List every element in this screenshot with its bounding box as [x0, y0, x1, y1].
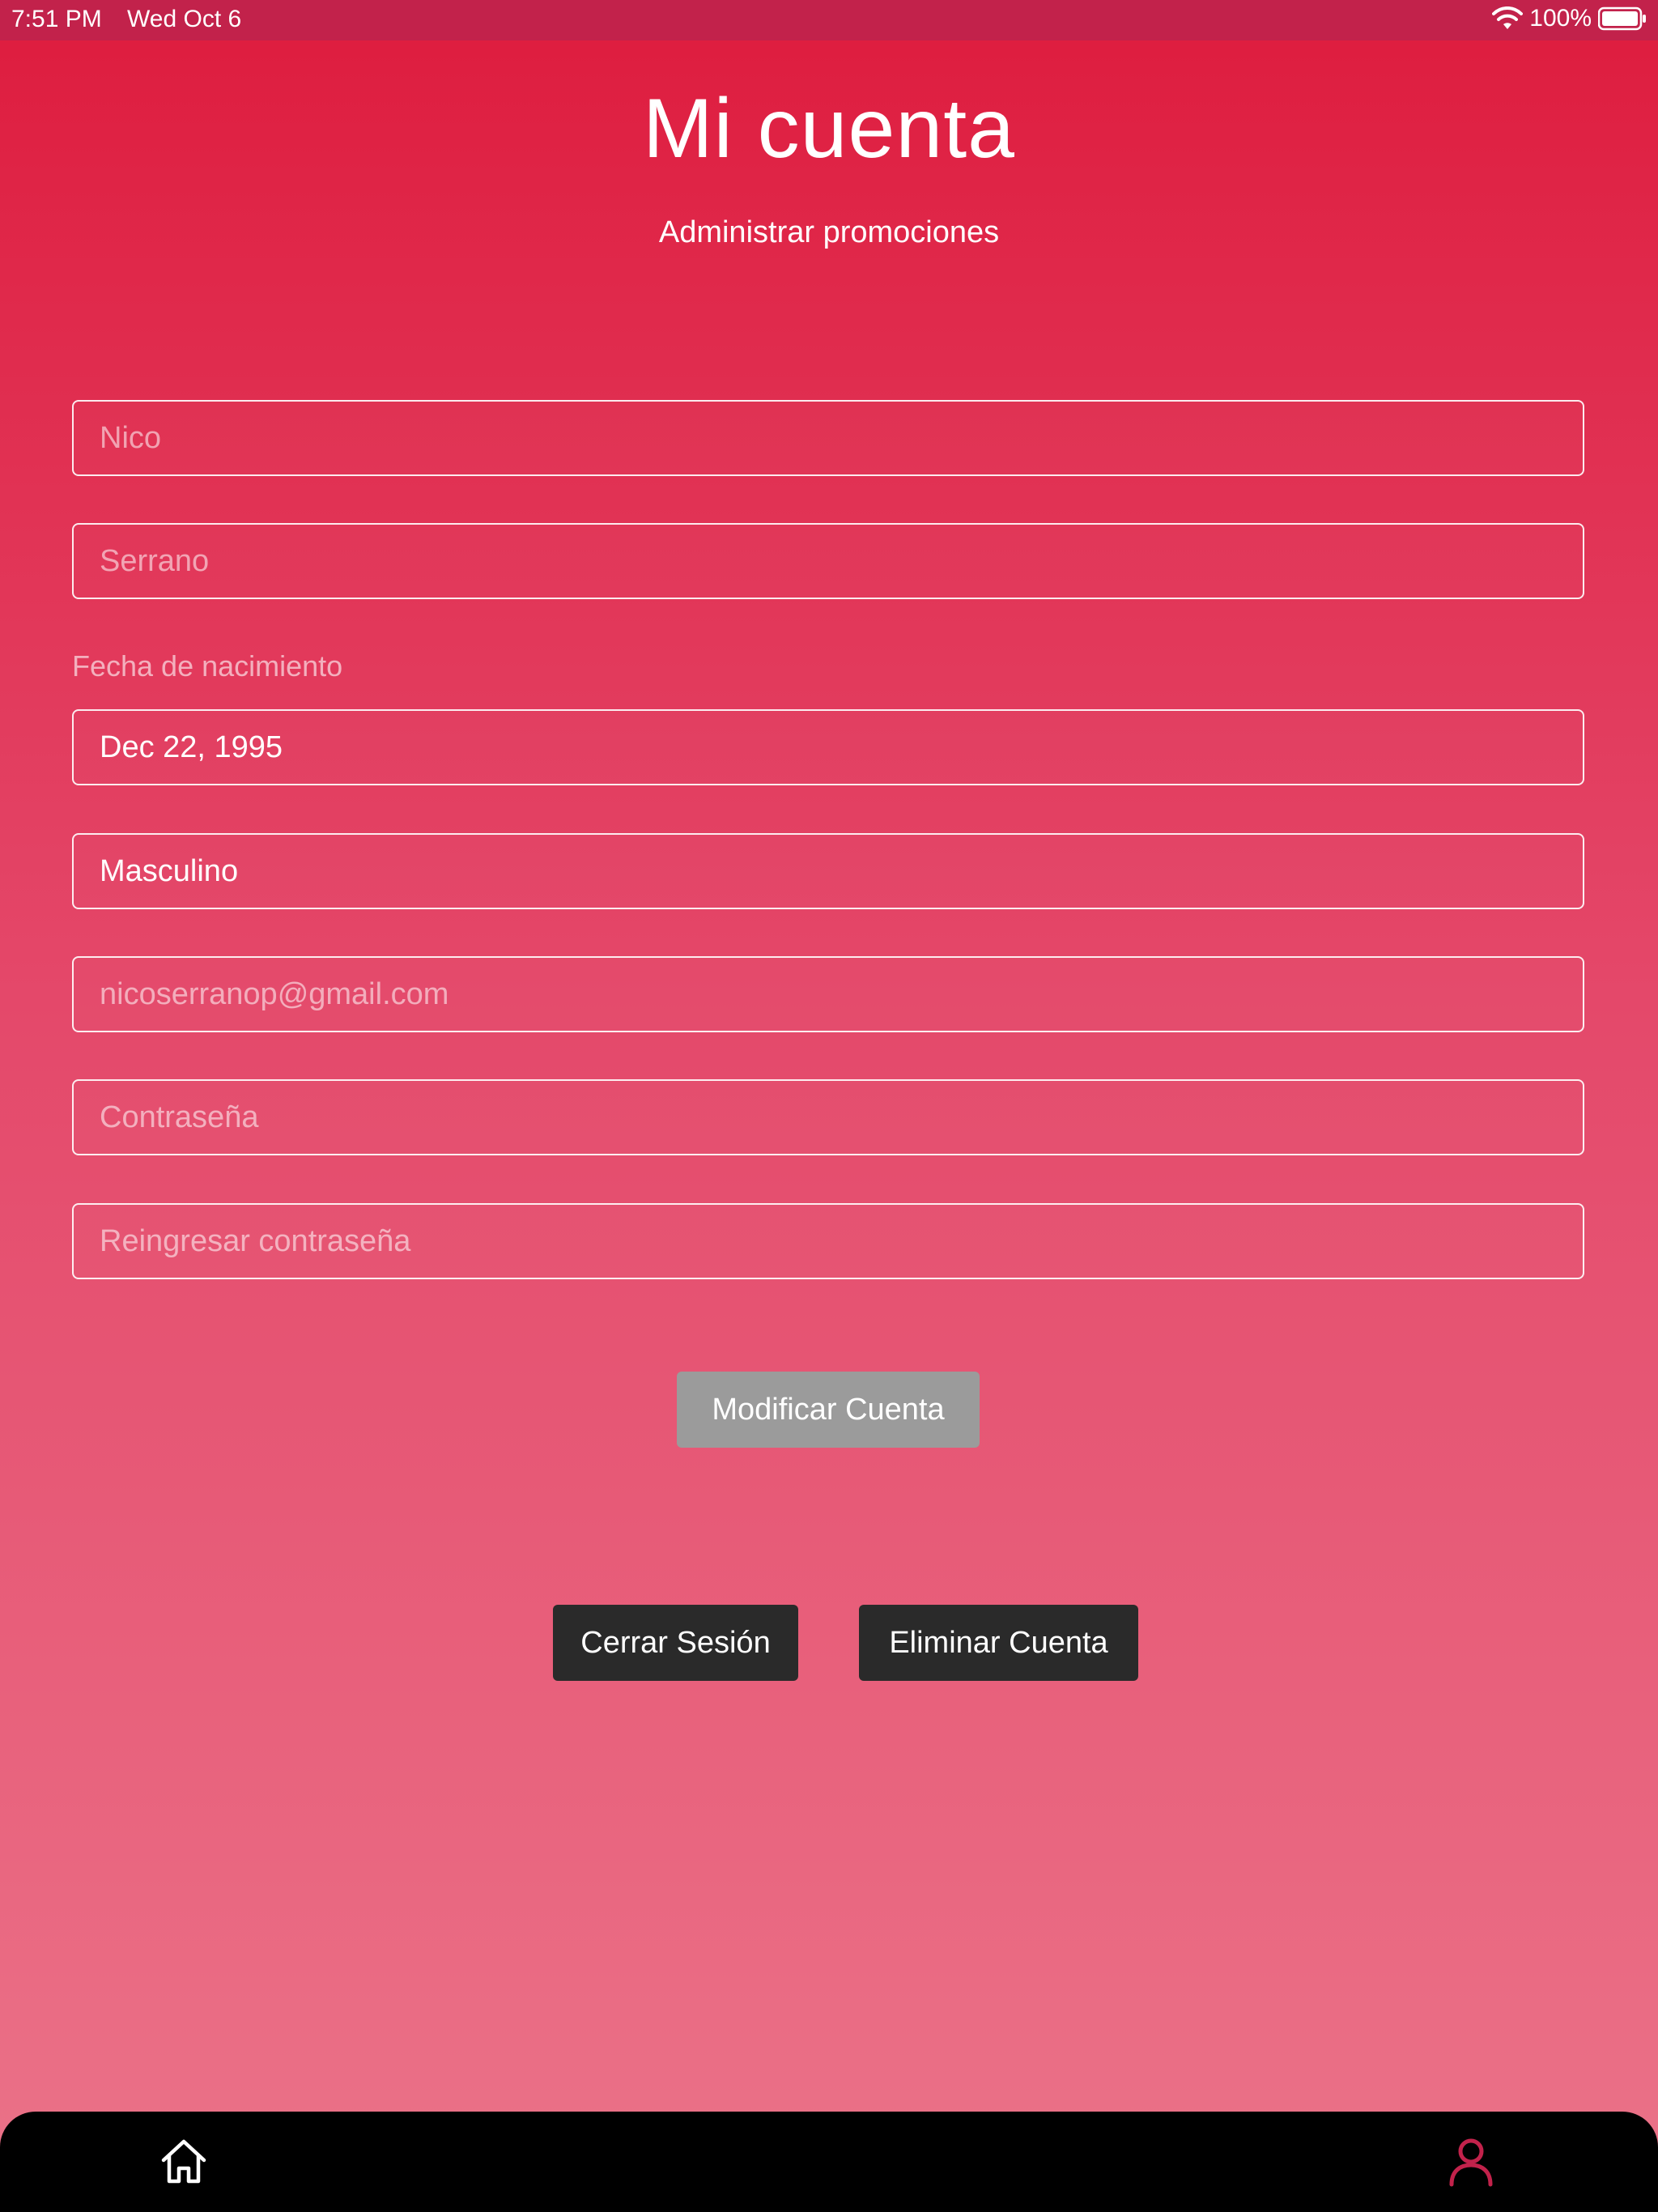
battery-icon [1598, 6, 1647, 31]
manage-promotions-link[interactable]: Administrar promociones [0, 215, 1658, 250]
last-name-input[interactable] [100, 543, 1583, 579]
modify-account-button[interactable]: Modificar Cuenta [677, 1372, 980, 1448]
email-field[interactable] [72, 956, 1584, 1032]
gender-select[interactable]: Masculino [72, 833, 1584, 909]
bottom-nav [0, 2112, 1658, 2212]
first-name-field[interactable] [72, 400, 1584, 476]
birthdate-value: Dec 22, 1995 [100, 730, 283, 764]
password-input[interactable] [100, 1100, 1583, 1135]
password-field[interactable] [72, 1079, 1584, 1155]
home-icon[interactable] [159, 2136, 209, 2186]
wifi-icon [1492, 6, 1524, 31]
logout-button[interactable]: Cerrar Sesión [553, 1605, 798, 1681]
status-date: Wed Oct 6 [127, 6, 242, 32]
delete-account-button[interactable]: Eliminar Cuenta [859, 1605, 1138, 1681]
battery-percent: 100% [1529, 5, 1592, 32]
password-confirm-input[interactable] [100, 1223, 1583, 1259]
status-time: 7:51 PM [11, 6, 102, 32]
email-input[interactable] [100, 976, 1583, 1012]
birthdate-picker[interactable]: Dec 22, 1995 [72, 709, 1584, 785]
password-confirm-field[interactable] [72, 1203, 1584, 1279]
user-icon[interactable] [1444, 2134, 1498, 2188]
status-indicators: 100% [1492, 5, 1647, 32]
gender-value: Masculino [100, 853, 239, 888]
page-title: Mi cuenta [643, 82, 1015, 176]
status-bar: 7:51 PM Wed Oct 6 100% [0, 0, 1658, 40]
birthdate-label: Fecha de nacimiento [72, 649, 343, 683]
first-name-input[interactable] [100, 420, 1583, 456]
last-name-field[interactable] [72, 523, 1584, 599]
